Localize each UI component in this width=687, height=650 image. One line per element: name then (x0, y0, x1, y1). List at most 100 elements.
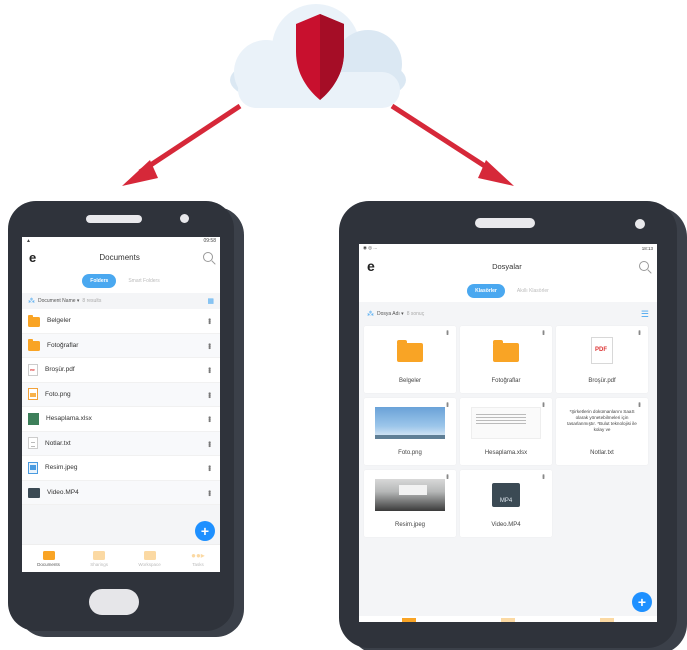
tab-klasorler[interactable]: Klasörler (467, 284, 505, 298)
more-icon[interactable]: ••• (205, 343, 214, 348)
file-name: Foto.png (45, 390, 71, 398)
folder-tabs: Folders Smart Folders (22, 269, 220, 293)
status-time: 18:13 (641, 245, 653, 251)
list-item[interactable]: Foto.png ••• (22, 382, 220, 407)
grid-view-icon[interactable]: ▦ (207, 297, 214, 305)
sharings-icon[interactable] (500, 618, 515, 622)
file-name: Fotoğraflar (491, 378, 521, 384)
list-item[interactable]: Fotoğraflar ••• (22, 333, 220, 358)
spreadsheet-file-icon (28, 412, 39, 425)
sort-dropdown[interactable]: Document Name ▾ (38, 298, 79, 304)
result-count: 8 sonuç (406, 311, 425, 317)
documents-icon[interactable] (401, 618, 416, 622)
list-item[interactable]: Notlar.txt ••• (22, 431, 220, 456)
sync-arrows (122, 103, 514, 186)
folder-tabs: Klasörler Akıllı Klasörler (359, 280, 657, 302)
page-title: Dosyalar (492, 261, 522, 271)
tablet-screen: ◉ ◎ ... 18:13 e Dosyalar Klasörler Akıll… (359, 244, 657, 622)
home-button[interactable] (89, 589, 139, 615)
result-count: 8 results (82, 298, 102, 304)
workspace-icon (143, 550, 156, 560)
arrow-right-icon (390, 103, 514, 186)
file-name: Hesaplama.xlsx (46, 415, 92, 423)
file-card[interactable]: ••• Resim.jpeg (364, 470, 456, 537)
file-name: Notlar.txt (45, 439, 71, 447)
pdf-file-icon (28, 363, 38, 376)
more-icon[interactable]: ••• (205, 392, 214, 397)
folder-icon (28, 339, 40, 352)
more-icon[interactable]: ••• (539, 330, 546, 334)
nav-workspace[interactable]: Workspace (138, 550, 161, 567)
camera (180, 214, 189, 223)
nav-tasks[interactable]: ●●▸ Tasks (191, 551, 205, 567)
file-card[interactable]: ••• PDF Broşür.pdf (556, 326, 648, 393)
status-left: ▲ (26, 238, 31, 244)
file-name: Hesaplama.xlsx (484, 450, 528, 456)
image-thumbnail (375, 479, 445, 511)
status-left: ◉ ◎ ... (363, 245, 378, 250)
sort-icon[interactable]: ⁂ (28, 297, 35, 305)
tab-folders[interactable]: Folders (82, 274, 117, 288)
sort-bar: ⁂ Dosya Adı ▾ 8 sonuç ☰ (359, 302, 657, 326)
folder-icon (397, 340, 423, 362)
more-icon[interactable]: ••• (539, 402, 546, 406)
file-card[interactable]: ••• Belgeler (364, 326, 456, 393)
more-icon[interactable]: ••• (443, 330, 450, 334)
file-name: Broşür.pdf (588, 378, 616, 384)
app-bar: e Dosyalar (359, 252, 657, 280)
phone-documents: ▲ 09:58 e Documents Folders Smart Folder… (8, 201, 234, 631)
app-logo[interactable]: e (29, 250, 36, 265)
list-item[interactable]: Video.MP4 ••• (22, 480, 220, 505)
add-button[interactable]: + (632, 592, 652, 612)
search-icon[interactable] (202, 252, 213, 262)
image-thumbnail (375, 407, 445, 439)
list-item[interactable]: Hesaplama.xlsx ••• (22, 407, 220, 432)
tab-smart-folders[interactable]: Smart Folders (128, 278, 159, 284)
file-list: Belgeler ••• Fotoğraflar ••• Broşür.pdf •••… (22, 309, 220, 505)
file-name: Fotoğraflar (47, 341, 79, 349)
file-card[interactable]: ••• Hesaplama.xlsx (460, 398, 552, 465)
more-icon[interactable]: ••• (443, 474, 450, 478)
file-card[interactable]: ••• Foto.png (364, 398, 456, 465)
nav-sharings[interactable]: Sharings (90, 550, 108, 567)
documents-icon (42, 550, 55, 560)
list-view-icon[interactable]: ☰ (641, 309, 649, 320)
more-icon[interactable]: ••• (205, 490, 214, 495)
more-icon[interactable]: ••• (635, 402, 642, 406)
image-file-icon (28, 388, 38, 401)
text-preview: *Şirketlerin dokümanlarını SaaS olarak y… (567, 407, 637, 439)
file-card[interactable]: ••• Fotoğraflar (460, 326, 552, 393)
file-name: Belgeler (398, 378, 421, 384)
more-icon[interactable]: ••• (635, 330, 642, 334)
tab-akilli-klasorler[interactable]: Akıllı Klasörler (517, 288, 549, 294)
folder-icon (28, 314, 40, 327)
more-icon[interactable]: ••• (205, 367, 214, 372)
more-icon[interactable]: ••• (539, 474, 546, 478)
sort-bar: ⁂ Document Name ▾ 8 results ▦ (22, 293, 220, 309)
more-icon[interactable]: ••• (205, 465, 214, 470)
sort-icon[interactable]: ⁂ (367, 310, 374, 318)
workspace-icon[interactable] (600, 618, 615, 622)
more-icon[interactable]: ••• (443, 402, 450, 406)
file-card[interactable]: ••• *Şirketlerin dokümanlarını SaaS olara… (556, 398, 648, 465)
file-name: Broşür.pdf (45, 366, 75, 374)
bottom-nav: Documents Sharings Workspace ●●▸ Tasks (22, 544, 220, 572)
more-icon[interactable]: ••• (205, 441, 214, 446)
status-bar: ▲ 09:58 (22, 237, 220, 245)
list-item[interactable]: Belgeler ••• (22, 309, 220, 334)
list-item[interactable]: Resim.jpeg ••• (22, 456, 220, 481)
file-name: Resim.jpeg (394, 522, 425, 528)
add-button[interactable]: + (195, 521, 215, 541)
text-file-icon (28, 437, 38, 450)
app-bar: e Documents (22, 245, 220, 269)
search-icon[interactable] (638, 261, 649, 271)
more-icon[interactable]: ••• (205, 318, 214, 323)
app-logo[interactable]: e (367, 258, 375, 274)
page-title: Documents (99, 252, 140, 262)
list-item[interactable]: Broşür.pdf ••• (22, 358, 220, 383)
file-card[interactable]: ••• MP4 Video.MP4 (460, 470, 552, 537)
folder-icon (493, 340, 519, 362)
nav-documents[interactable]: Documents (37, 550, 60, 567)
sort-dropdown[interactable]: Dosya Adı ▾ (377, 311, 404, 317)
more-icon[interactable]: ••• (205, 416, 214, 421)
